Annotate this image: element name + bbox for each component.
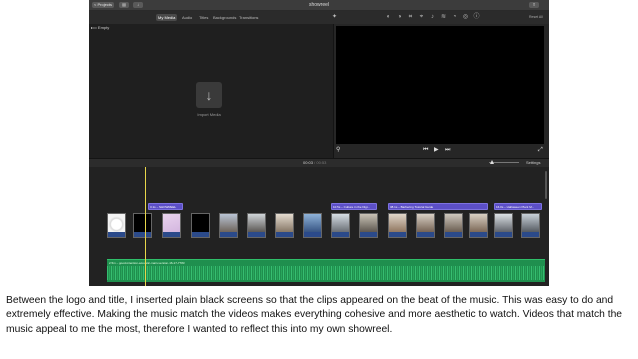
- caption-text: Between the logo and title, I inserted p…: [6, 295, 623, 335]
- clip-video[interactable]: [469, 213, 488, 238]
- title-clip-culture[interactable]: 10.5s – Culture in the Digi...: [331, 203, 377, 210]
- preview-viewer: ⚲ ⏮ ▶ ⏭ ⤢: [334, 24, 549, 158]
- clip-audio-strip: [248, 232, 265, 237]
- clip-audio-strip: [495, 232, 512, 237]
- media-browser: ▸▭ Empty ↓ Import Media: [89, 24, 333, 158]
- skip-forward-icon[interactable]: ⏭: [445, 147, 450, 154]
- crop-icon[interactable]: ⌗: [407, 14, 414, 21]
- library-item-label: Empty: [97, 25, 110, 30]
- clip-audio-strip: [332, 232, 349, 237]
- settings-button[interactable]: Settings: [526, 159, 540, 167]
- clip-audio-strip: [470, 232, 487, 237]
- timecode: 00:03 / 00:53: [303, 160, 326, 165]
- title-clip-halloween[interactable]: 16.0s – Halloween Plant M...: [494, 203, 542, 210]
- clip-black-1[interactable]: [133, 213, 152, 238]
- timecode-total: / 00:53: [314, 160, 327, 165]
- fullscreen-icon[interactable]: ⤢: [538, 147, 543, 154]
- clip-audio-strip: [389, 232, 406, 237]
- timeline-scrollbar[interactable]: [545, 171, 547, 199]
- clip-audio-strip: [445, 232, 462, 237]
- color-correction-icon[interactable]: ◑: [396, 14, 403, 21]
- clip-video[interactable]: [303, 213, 322, 238]
- clip-video[interactable]: [521, 213, 540, 238]
- clip-title-card[interactable]: [162, 213, 181, 238]
- filter-icon[interactable]: ◎: [462, 14, 469, 21]
- tab-titles[interactable]: Titles: [197, 14, 210, 21]
- clip-audio-strip: [360, 232, 377, 237]
- skip-back-icon[interactable]: ⏮: [423, 147, 428, 154]
- clip-video[interactable]: [331, 213, 350, 238]
- speed-icon[interactable]: ◔: [451, 14, 458, 21]
- timeline[interactable]: 3.1s – SHOWREEL 10.5s – Culture in the D…: [89, 167, 549, 286]
- import-media-button[interactable]: ↓: [196, 82, 222, 108]
- clip-video[interactable]: [275, 213, 294, 238]
- clip-video[interactable]: [494, 213, 513, 238]
- clip-video[interactable]: [247, 213, 266, 238]
- clip-logo[interactable]: [107, 213, 126, 238]
- download-arrow-icon: ↓: [205, 87, 213, 103]
- clip-audio-strip: [220, 232, 237, 237]
- clip-video[interactable]: [416, 213, 435, 238]
- title-clip-showreel[interactable]: 3.1s – SHOWREEL: [148, 203, 183, 210]
- clip-audio-strip: [163, 232, 180, 237]
- share-button[interactable]: ⇪: [529, 2, 539, 8]
- noise-reduction-icon[interactable]: ≋: [440, 14, 447, 21]
- play-icon[interactable]: ▶: [434, 147, 439, 154]
- clip-audio-strip: [304, 232, 321, 237]
- info-icon[interactable]: ⓘ: [473, 14, 480, 21]
- tab-my-media[interactable]: My Media: [156, 14, 178, 21]
- stabilization-icon[interactable]: ⌖: [418, 14, 425, 21]
- folder-icon: ▸▭: [91, 25, 98, 30]
- playhead[interactable]: [145, 167, 146, 286]
- clip-video[interactable]: [359, 213, 378, 238]
- title-clip-barbering[interactable]: 38.1s – Barbering Tutorial Guide: [388, 203, 488, 210]
- imovie-window: < Projects ▤ ↓ showreel ⇪ My Media Audio…: [89, 0, 549, 286]
- clip-audio-strip: [417, 232, 434, 237]
- clip-video[interactable]: [219, 213, 238, 238]
- reset-all-button[interactable]: Reset All: [527, 14, 545, 21]
- music-track-label: 2.5m – good-intention-acoustic-main-vers…: [109, 261, 185, 265]
- volume-icon[interactable]: ♪: [429, 14, 436, 21]
- preview-screen: [336, 26, 544, 144]
- clip-audio-strip: [108, 232, 125, 237]
- import-media-label: Import Media: [197, 112, 221, 117]
- toolbar: My Media Audio Titles Backgrounds Transi…: [89, 11, 549, 25]
- color-balance-icon[interactable]: ◐: [385, 14, 392, 21]
- microphone-icon[interactable]: ⚲: [336, 147, 340, 154]
- window-title: showreel: [308, 2, 329, 8]
- title-bar: < Projects ▤ ↓ showreel ⇪: [89, 0, 549, 11]
- tab-transitions[interactable]: Transitions: [237, 14, 260, 21]
- music-track[interactable]: 2.5m – good-intention-acoustic-main-vers…: [107, 259, 545, 282]
- audio-waveform: [107, 266, 545, 280]
- tab-audio[interactable]: Audio: [180, 14, 194, 21]
- clip-audio-strip: [134, 232, 151, 237]
- clip-audio-strip: [522, 232, 539, 237]
- magic-wand-icon[interactable]: ✦: [331, 14, 338, 21]
- clip-video[interactable]: [388, 213, 407, 238]
- clip-video[interactable]: [444, 213, 463, 238]
- clip-audio-strip: [192, 232, 209, 237]
- zoom-slider-knob[interactable]: [490, 160, 494, 164]
- tab-backgrounds[interactable]: Backgrounds: [211, 14, 238, 21]
- clip-black-2[interactable]: [191, 213, 210, 238]
- library-item-empty[interactable]: ▸▭ Empty: [91, 25, 109, 31]
- timecode-current: 00:03: [303, 160, 314, 165]
- clip-audio-strip: [276, 232, 293, 237]
